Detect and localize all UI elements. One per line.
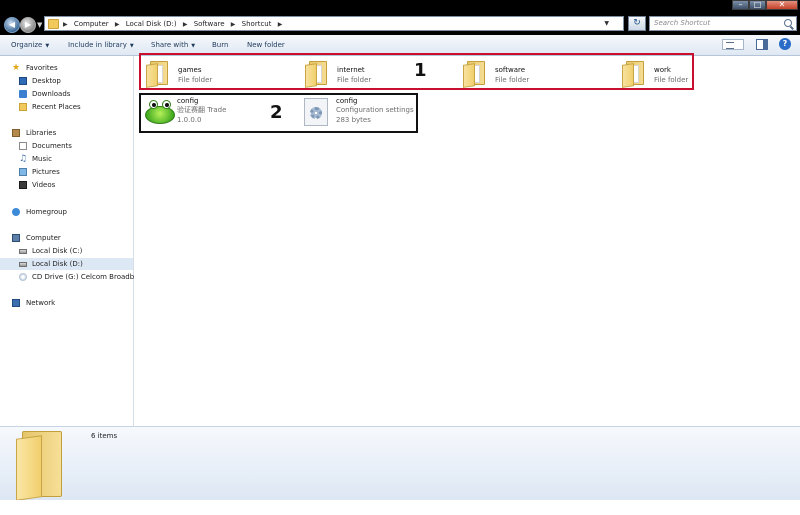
- nav-item-recent-places[interactable]: Recent Places: [0, 101, 133, 113]
- share-with-label: Share with: [151, 41, 189, 49]
- nav-item-desktop[interactable]: Desktop: [0, 75, 133, 87]
- star-icon: ★: [12, 63, 21, 73]
- chevron-down-icon[interactable]: ▼: [604, 18, 609, 30]
- nav-label: Recent Places: [32, 103, 81, 111]
- nav-item-downloads[interactable]: Downloads: [0, 88, 133, 100]
- nav-item-videos[interactable]: Videos: [0, 179, 133, 191]
- nav-label: Music: [32, 155, 52, 163]
- nav-label: Network: [26, 299, 56, 307]
- nav-label: Local Disk (C:): [32, 247, 83, 255]
- minimize-button[interactable]: –: [732, 0, 749, 10]
- nav-item-cd-drive[interactable]: CD Drive (G:) Celcom Broadba: [0, 271, 138, 283]
- breadcrumb-shortcut[interactable]: Shortcut: [242, 18, 272, 30]
- change-view-button[interactable]: [722, 39, 744, 50]
- nav-item-music[interactable]: ♫ Music: [0, 153, 133, 165]
- nav-label: Homegroup: [26, 208, 68, 216]
- chevron-right-icon[interactable]: ▶: [115, 19, 120, 31]
- library-icon: [12, 129, 20, 137]
- nav-label: Pictures: [32, 168, 60, 176]
- preview-pane-button[interactable]: [756, 39, 768, 50]
- address-bar[interactable]: ▶ Computer ▶ Local Disk (D:) ▶ Software …: [44, 16, 624, 31]
- search-placeholder: Search Shortcut: [654, 19, 711, 27]
- new-folder-button[interactable]: New folder: [247, 40, 285, 50]
- hard-disk-icon: [19, 262, 27, 267]
- chevron-down-icon: ▼: [45, 43, 50, 49]
- maximize-button[interactable]: □: [749, 0, 766, 10]
- nav-item-local-disk-d[interactable]: Local Disk (D:): [0, 258, 133, 270]
- bottom-strip: [0, 500, 800, 515]
- nav-item-libraries[interactable]: Libraries: [0, 127, 133, 139]
- recent-places-icon: [19, 103, 27, 111]
- forward-button[interactable]: ▶: [20, 17, 36, 33]
- nav-item-network[interactable]: Network: [0, 297, 133, 309]
- chevron-right-icon[interactable]: ▶: [278, 19, 283, 31]
- search-icon[interactable]: [784, 19, 792, 27]
- burn-button[interactable]: Burn: [212, 40, 228, 50]
- help-button[interactable]: ?: [779, 38, 791, 50]
- items-count: 6 items: [91, 432, 118, 440]
- close-button[interactable]: ✕: [766, 0, 798, 10]
- folder-icon: [48, 19, 59, 29]
- title-bar: ◀ ▶ ▼ ▶ Computer ▶ Local Disk (D:) ▶ Sof…: [0, 0, 800, 35]
- nav-label: Videos: [32, 181, 56, 189]
- desktop-icon: [19, 77, 27, 85]
- pictures-icon: [19, 168, 27, 176]
- chevron-right-icon[interactable]: ▶: [183, 19, 188, 31]
- annotation-label-2: 2: [270, 102, 283, 123]
- nav-item-computer[interactable]: Computer: [0, 232, 133, 244]
- nav-item-documents[interactable]: Documents: [0, 140, 133, 152]
- nav-label: CD Drive (G:) Celcom Broadba: [32, 273, 139, 281]
- nav-item-favorites[interactable]: ★ Favorites: [0, 62, 133, 74]
- hard-disk-icon: [19, 249, 27, 254]
- nav-label: Local Disk (D:): [32, 260, 83, 268]
- folder-icon: [14, 429, 64, 501]
- homegroup-icon: [12, 208, 20, 216]
- include-in-library-button[interactable]: Include in library ▼: [68, 40, 134, 51]
- documents-icon: [19, 142, 27, 150]
- breadcrumb-computer[interactable]: Computer: [74, 18, 109, 30]
- nav-label: Desktop: [32, 77, 61, 85]
- videos-icon: [19, 181, 27, 189]
- nav-label: Libraries: [26, 129, 57, 137]
- view-icon: [726, 42, 734, 49]
- share-with-button[interactable]: Share with ▼: [151, 40, 195, 51]
- computer-icon: [12, 234, 20, 242]
- chevron-right-icon[interactable]: ▶: [231, 19, 236, 31]
- recent-pages-dropdown-icon[interactable]: ▼: [37, 21, 42, 29]
- nav-item-pictures[interactable]: Pictures: [0, 166, 133, 178]
- chevron-right-icon[interactable]: ▶: [63, 19, 68, 31]
- organize-label: Organize: [11, 41, 43, 49]
- include-in-library-label: Include in library: [68, 41, 127, 49]
- breadcrumb: ▶ Computer ▶ Local Disk (D:) ▶ Software …: [61, 18, 286, 31]
- navigation-pane[interactable]: ★ Favorites Desktop Downloads Recent Pla…: [0, 56, 138, 426]
- organize-button[interactable]: Organize ▼: [11, 40, 49, 51]
- annotation-label-1: 1: [414, 60, 427, 81]
- nav-label: Favorites: [26, 64, 58, 72]
- details-pane: 6 items: [0, 426, 800, 501]
- chevron-down-icon: ▼: [191, 43, 196, 49]
- nav-item-local-disk-c[interactable]: Local Disk (C:): [0, 245, 133, 257]
- music-icon: ♫: [19, 154, 28, 164]
- nav-label: Downloads: [32, 90, 71, 98]
- chevron-down-icon: ▼: [129, 43, 134, 49]
- search-input[interactable]: Search Shortcut: [649, 16, 797, 31]
- nav-label: Documents: [32, 142, 72, 150]
- nav-label: Computer: [26, 234, 61, 242]
- nav-item-homegroup[interactable]: Homegroup: [0, 206, 133, 218]
- refresh-button[interactable]: ↻: [628, 16, 646, 31]
- downloads-icon: [19, 90, 27, 98]
- breadcrumb-software[interactable]: Software: [194, 18, 225, 30]
- breadcrumb-local-disk-d[interactable]: Local Disk (D:): [126, 18, 177, 30]
- network-icon: [12, 299, 20, 307]
- cd-drive-icon: [19, 273, 27, 281]
- back-button[interactable]: ◀: [4, 17, 20, 33]
